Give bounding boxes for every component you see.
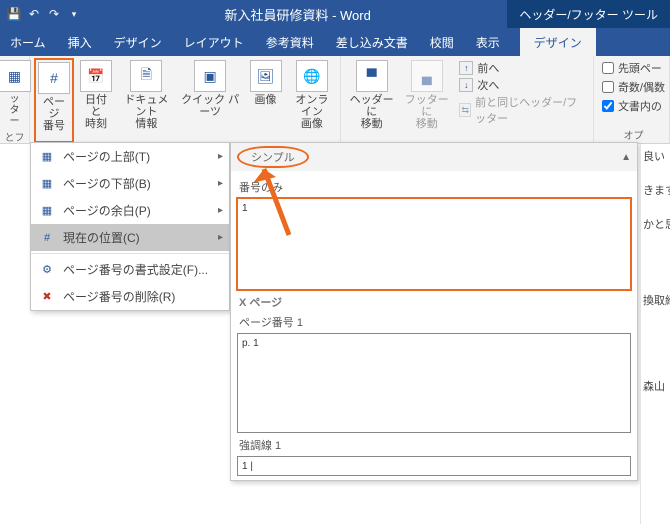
menu-page-top[interactable]: ▦ ページの上部(T) ▸ [31, 143, 229, 170]
submenu-arrow-icon: ▸ [218, 178, 223, 189]
gallery-category-label: シンプル [237, 146, 309, 168]
document-info-icon: 🗎 [130, 60, 162, 92]
page-number-gallery: シンプル ▲ 番号のみ 1 X ページ ページ番号 1 p. 1 強調線 1 1… [230, 142, 638, 481]
tab-home[interactable]: ホーム [8, 34, 48, 51]
ribbon: ▦ ッター とフッ # ページ 番号 📅 日付と 時刻 🗎 ドキュメント 情報 … [0, 56, 670, 144]
gallery-item-number-only[interactable]: 1 [237, 198, 631, 290]
format-icon: ⚙ [39, 262, 55, 278]
tab-review[interactable]: 校閲 [428, 34, 456, 51]
contextual-tool-label: ヘッダー/フッター ツール [507, 0, 670, 28]
option-first-page[interactable]: 先頭ペー [602, 60, 665, 76]
ribbon-tabs: ホーム 挿入 デザイン レイアウト 参考資料 差し込み文書 校閲 表示 デザイン [0, 28, 670, 56]
document-area: 良い きます かと思 換取締 森山 [640, 144, 670, 524]
tab-insert[interactable]: 挿入 [66, 34, 94, 51]
gallery-item-label: ページ番号 1 [239, 314, 629, 330]
tab-mailings[interactable]: 差し込み文書 [334, 34, 410, 51]
group-label-options: オプ [602, 127, 665, 143]
gallery-subsection-label: X ページ [239, 294, 629, 310]
page-margin-icon: ▦ [39, 203, 55, 219]
group-label-hf: とフッ [4, 129, 25, 144]
picture-icon: 🖼 [250, 60, 282, 92]
menu-format-page-numbers[interactable]: ⚙ ページ番号の書式設定(F)... [31, 256, 229, 283]
tab-view[interactable]: 表示 [474, 34, 502, 51]
goto-header-icon: ▀ [356, 60, 388, 92]
menu-current-position[interactable]: # 現在の位置(C) ▸ [31, 224, 229, 251]
nav-next-button[interactable]: ↓ 次へ [459, 77, 585, 93]
gallery-item-label: 強調線 1 [239, 437, 629, 453]
calendar-icon: 📅 [80, 60, 112, 92]
gallery-item-page-number-1[interactable]: p. 1 [237, 333, 631, 433]
menu-remove-page-numbers[interactable]: ✖ ページ番号の削除(R) [31, 283, 229, 310]
undo-icon[interactable]: ↶ [26, 6, 42, 22]
document-icon: ▦ [0, 60, 31, 92]
qat-customize-icon[interactable]: ▾ [66, 6, 82, 22]
gallery-item-label: 番号のみ [239, 179, 629, 195]
goto-footer-button[interactable]: ▄ フッターに 移動 [400, 58, 453, 143]
goto-footer-icon: ▄ [411, 60, 443, 92]
submenu-arrow-icon: ▸ [218, 205, 223, 216]
page-bottom-icon: ▦ [39, 176, 55, 192]
quick-parts-icon: ▣ [194, 60, 226, 92]
submenu-arrow-icon: ▸ [218, 151, 223, 162]
date-time-button[interactable]: 📅 日付と 時刻 [76, 58, 116, 143]
link-icon: ⇆ [459, 103, 471, 117]
online-picture-icon: 🌐 [296, 60, 328, 92]
nav-previous-button[interactable]: ↑ 前へ [459, 60, 585, 76]
link-previous-button[interactable]: ⇆ 前と同じヘッダー/フッター [459, 94, 585, 126]
page-number-icon: # [38, 62, 70, 94]
current-pos-icon: # [39, 230, 55, 246]
tab-layout[interactable]: レイアウト [182, 34, 246, 51]
gallery-scroll-up-icon[interactable]: ▲ [621, 152, 631, 163]
document-title: 新入社員研修資料 - Word [88, 5, 507, 24]
document-info-button[interactable]: 🗎 ドキュメント 情報 [118, 58, 175, 143]
tab-references[interactable]: 参考資料 [264, 34, 316, 51]
page-number-button[interactable]: # ページ 番号 [34, 58, 74, 143]
header-footer-partial-button[interactable]: ▦ ッター [4, 58, 25, 129]
redo-icon[interactable]: ↷ [46, 6, 62, 22]
submenu-arrow-icon: ▸ [218, 232, 223, 243]
previous-icon: ↑ [459, 61, 473, 75]
option-show-doc-text[interactable]: 文書内の [602, 98, 665, 114]
page-top-icon: ▦ [39, 149, 55, 165]
save-icon[interactable]: 💾 [6, 6, 22, 22]
gallery-item-accent-1[interactable]: 1 | [237, 456, 631, 476]
menu-page-bottom[interactable]: ▦ ページの下部(B) ▸ [31, 170, 229, 197]
pictures-button[interactable]: 🖼 画像 [246, 58, 286, 143]
menu-page-margins[interactable]: ▦ ページの余白(P) ▸ [31, 197, 229, 224]
quick-parts-button[interactable]: ▣ クイック パーツ [177, 58, 244, 143]
tab-hf-design[interactable]: デザイン [520, 28, 596, 56]
online-pictures-button[interactable]: 🌐 オンライン 画像 [288, 58, 337, 143]
option-odd-even[interactable]: 奇数/偶数 [602, 79, 665, 95]
page-number-dropdown: ▦ ページの上部(T) ▸ ▦ ページの下部(B) ▸ ▦ ページの余白(P) … [30, 142, 230, 311]
goto-header-button[interactable]: ▀ ヘッダーに 移動 [345, 58, 398, 143]
tab-design[interactable]: デザイン [112, 34, 164, 51]
remove-icon: ✖ [39, 289, 55, 305]
next-icon: ↓ [459, 78, 473, 92]
